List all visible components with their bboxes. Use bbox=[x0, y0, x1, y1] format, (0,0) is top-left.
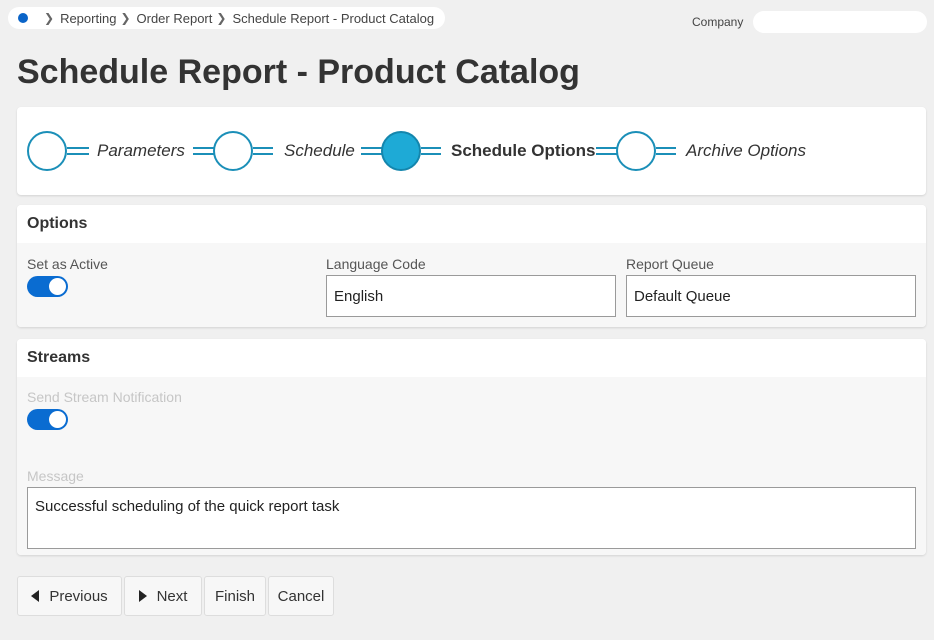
options-body: Set as Active Language Code English Repo… bbox=[17, 243, 926, 327]
step-connector bbox=[361, 147, 383, 155]
step-connector bbox=[253, 147, 273, 155]
next-button[interactable]: Next bbox=[124, 576, 202, 616]
caret-left-icon bbox=[31, 590, 40, 602]
chevron-right-icon: ❯ bbox=[44, 11, 55, 25]
message-label: Message bbox=[27, 468, 84, 484]
options-section: Options Set as Active Language Code Engl… bbox=[17, 205, 926, 327]
send-stream-notification-toggle[interactable] bbox=[27, 409, 68, 430]
step-connector bbox=[193, 147, 215, 155]
streams-title: Streams bbox=[17, 339, 926, 377]
report-queue-label: Report Queue bbox=[626, 256, 714, 272]
message-textarea[interactable]: Successful scheduling of the quick repor… bbox=[27, 487, 916, 549]
previous-button[interactable]: Previous bbox=[17, 576, 122, 616]
home-icon[interactable] bbox=[18, 13, 28, 23]
company-input[interactable] bbox=[753, 11, 927, 33]
breadcrumb-item-current: Schedule Report - Product Catalog bbox=[232, 10, 435, 26]
step-connector bbox=[656, 147, 676, 155]
step-archive-options-label[interactable]: Archive Options bbox=[686, 141, 806, 161]
breadcrumb-item-order-report[interactable]: Order Report bbox=[137, 11, 213, 26]
breadcrumb-item-reporting[interactable]: Reporting bbox=[60, 11, 116, 26]
step-schedule-options-label[interactable]: Schedule Options bbox=[451, 141, 596, 161]
wizard-stepper: Parameters Schedule Schedule Options Arc… bbox=[17, 107, 926, 195]
step-connector bbox=[421, 147, 441, 155]
cancel-button-label: Cancel bbox=[277, 587, 325, 605]
step-schedule-circle[interactable] bbox=[213, 131, 253, 171]
step-schedule-label[interactable]: Schedule bbox=[284, 141, 355, 161]
chevron-right-icon: ❯ bbox=[216, 11, 227, 25]
page-title: Schedule Report - Product Catalog bbox=[17, 53, 580, 91]
language-code-label: Language Code bbox=[326, 256, 426, 272]
streams-body: Send Stream Notification Message Success… bbox=[17, 377, 926, 555]
next-button-label: Next bbox=[156, 587, 188, 605]
company-label: Company bbox=[692, 15, 744, 29]
set-active-label: Set as Active bbox=[27, 256, 108, 272]
send-stream-notification-label: Send Stream Notification bbox=[27, 389, 182, 405]
step-schedule-options-circle[interactable] bbox=[381, 131, 421, 171]
step-parameters-label[interactable]: Parameters bbox=[97, 141, 185, 161]
language-code-input[interactable]: English bbox=[326, 275, 616, 317]
finish-button[interactable]: Finish bbox=[204, 576, 266, 616]
breadcrumb: ❯ Reporting ❯ Order Report ❯ Schedule Re… bbox=[8, 7, 445, 29]
set-active-toggle[interactable] bbox=[27, 276, 68, 297]
previous-button-label: Previous bbox=[49, 587, 108, 605]
caret-right-icon bbox=[138, 590, 147, 602]
options-title: Options bbox=[17, 205, 926, 243]
step-archive-options-circle[interactable] bbox=[616, 131, 656, 171]
cancel-button[interactable]: Cancel bbox=[268, 576, 334, 616]
step-connector bbox=[596, 147, 618, 155]
streams-section: Streams Send Stream Notification Message… bbox=[17, 339, 926, 555]
toggle-knob bbox=[49, 278, 66, 295]
step-parameters-circle[interactable] bbox=[27, 131, 67, 171]
toggle-knob bbox=[49, 411, 66, 428]
finish-button-label: Finish bbox=[214, 587, 255, 605]
chevron-right-icon: ❯ bbox=[120, 11, 131, 25]
report-queue-input[interactable]: Default Queue bbox=[626, 275, 916, 317]
step-connector bbox=[67, 147, 89, 155]
